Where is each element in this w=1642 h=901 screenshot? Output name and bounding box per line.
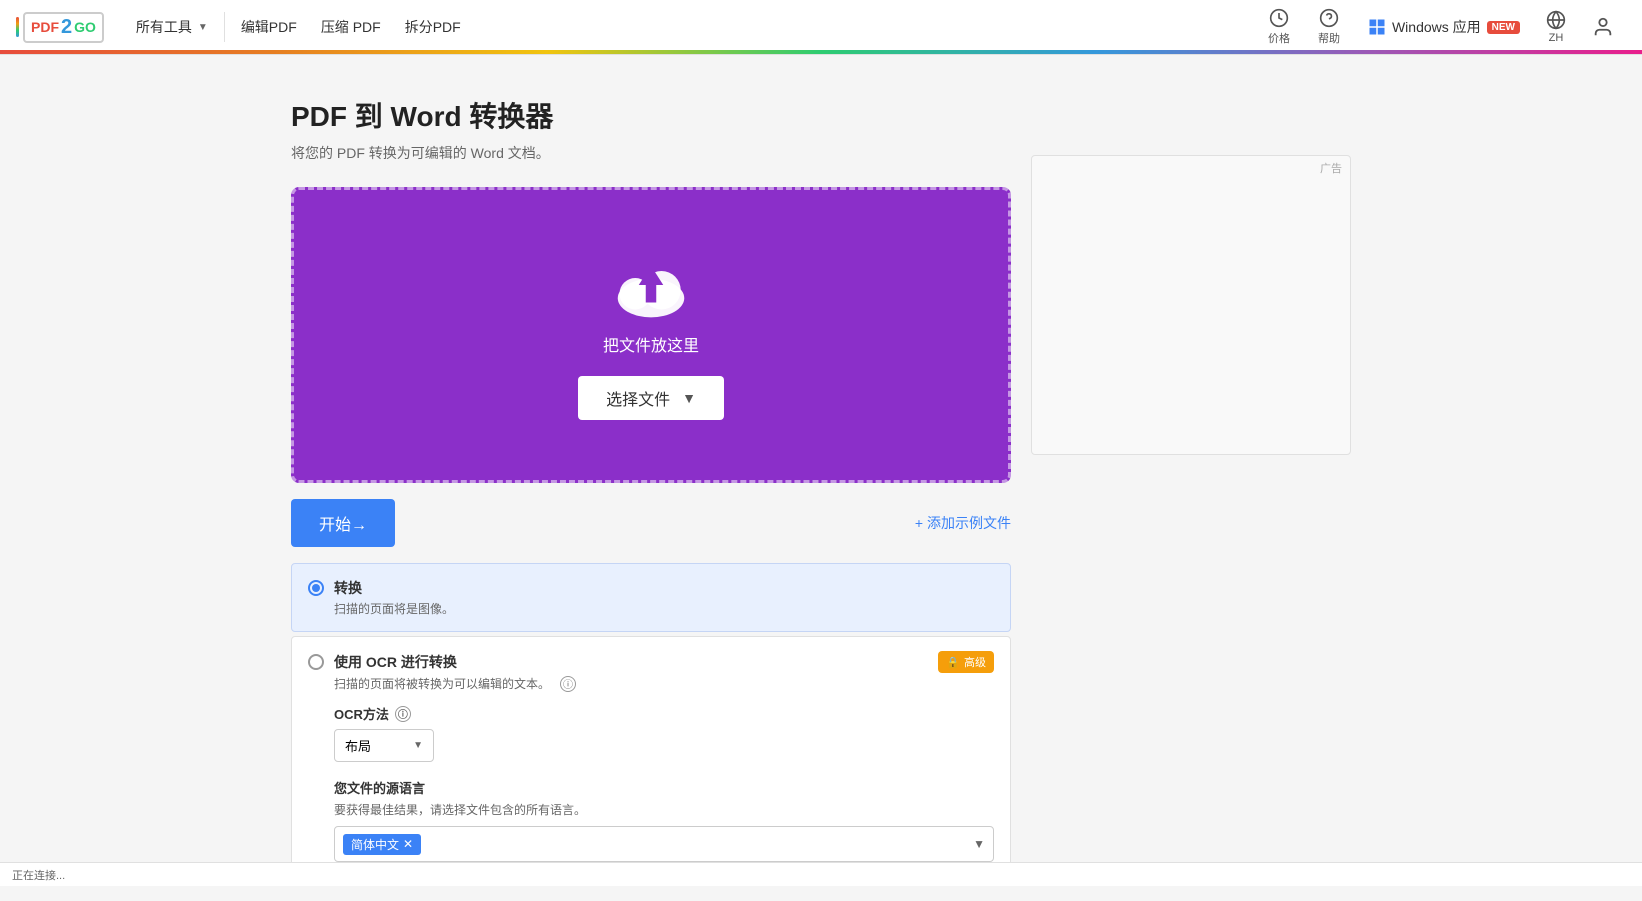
lock-icon: 🔒 xyxy=(946,656,960,669)
account-icon xyxy=(1592,16,1614,38)
header-rainbow xyxy=(0,50,1642,54)
ocr-options: OCR方法 ⓘ 布局 ▼ 您文件的源语言 要获得最佳结果，请选择文件包含的所有语… xyxy=(308,704,994,862)
right-sidebar: 广告 xyxy=(1031,95,1351,881)
chevron-down-icon: ▼ xyxy=(198,22,208,33)
new-badge: New xyxy=(1487,21,1520,34)
choose-file-button[interactable]: 选择文件 ▼ xyxy=(578,376,724,420)
nav-compress-pdf[interactable]: 压缩 PDF xyxy=(309,0,393,55)
windows-app-label: Windows 应用 xyxy=(1392,17,1481,37)
source-lang-label: 您文件的源语言 xyxy=(334,778,994,797)
logo-go: GO xyxy=(74,19,96,35)
ocr-desc-text: 扫描的页面将被转换为可以编辑的文本。 xyxy=(334,677,550,691)
radio-convert[interactable] xyxy=(308,580,324,596)
choose-file-label: 选择文件 xyxy=(606,386,670,410)
lang-label: ZH xyxy=(1549,32,1564,44)
logo-num: 2 xyxy=(61,16,72,39)
option-convert-desc: 扫描的页面将是图像。 xyxy=(334,600,994,617)
nav-windows-app-btn[interactable]: Windows 应用 New xyxy=(1356,0,1532,55)
nav-help-btn[interactable]: 帮助 xyxy=(1306,0,1352,55)
lang-tag-container[interactable]: 简体中文 ✕ ▼ xyxy=(334,826,994,862)
help-icon xyxy=(1319,8,1339,28)
options-section: 转换 扫描的页面将是图像。 使用 OCR 进行转换 🔒 高级 扫描的页面将被转换… xyxy=(291,563,1011,877)
nav-divider-1 xyxy=(224,12,225,42)
price-label: 价格 xyxy=(1268,30,1290,46)
option-ocr[interactable]: 使用 OCR 进行转换 🔒 高级 扫描的页面将被转换为可以编辑的文本。 ⓘ OC… xyxy=(291,636,1011,877)
nav-split-pdf-label: 拆分PDF xyxy=(405,17,461,37)
chevron-down-icon: ▼ xyxy=(682,390,696,406)
ad-placeholder: 广告 xyxy=(1031,155,1351,455)
status-text: 正在连接... xyxy=(12,867,65,883)
status-bar: 正在连接... xyxy=(0,862,1642,886)
nav-edit-pdf[interactable]: 编辑PDF xyxy=(229,0,309,55)
upload-cloud-icon xyxy=(606,250,696,320)
windows-icon xyxy=(1368,18,1386,36)
header: PDF 2 GO 所有工具 ▼ 编辑PDF 压缩 PDF 拆分PDF 价格 xyxy=(0,0,1642,55)
logo-pdf: PDF xyxy=(31,19,59,35)
nav-account-btn[interactable] xyxy=(1580,0,1626,55)
logo[interactable]: PDF 2 GO xyxy=(16,12,104,43)
nav-price-btn[interactable]: 价格 xyxy=(1256,0,1302,55)
start-button[interactable]: 开始→ xyxy=(291,499,395,547)
ocr-method-label: OCR方法 ⓘ xyxy=(334,704,994,723)
nav-compress-pdf-label: 压缩 PDF xyxy=(321,17,381,37)
main-content: PDF 到 Word 转换器 将您的 PDF 转换为可编辑的 Word 文档。 … xyxy=(271,55,1371,901)
premium-label: 高级 xyxy=(964,654,986,670)
ocr-method-label-text: OCR方法 xyxy=(334,704,389,723)
option-ocr-title: 使用 OCR 进行转换 xyxy=(334,652,457,672)
nav-right: 价格 帮助 Windows 应用 New xyxy=(1256,0,1626,55)
left-content: PDF 到 Word 转换器 将您的 PDF 转换为可编辑的 Word 文档。 … xyxy=(291,95,1011,881)
option-convert-header: 转换 xyxy=(308,578,994,598)
option-convert[interactable]: 转换 扫描的页面将是图像。 xyxy=(291,563,1011,632)
nav-lang-btn[interactable]: ZH xyxy=(1536,0,1576,55)
help-label: 帮助 xyxy=(1318,30,1340,46)
ocr-info-icon[interactable]: ⓘ xyxy=(560,676,576,692)
drop-text: 把文件放这里 xyxy=(603,332,699,356)
remove-lang-icon[interactable]: ✕ xyxy=(403,837,413,851)
lang-select-arrow-icon[interactable]: ▼ xyxy=(973,837,985,851)
option-convert-title: 转换 xyxy=(334,578,362,598)
nav-edit-pdf-label: 编辑PDF xyxy=(241,17,297,37)
page-title: PDF 到 Word 转换器 xyxy=(291,95,1011,135)
select-arrow-icon: ▼ xyxy=(413,740,423,751)
globe-icon xyxy=(1546,10,1566,30)
page-subtitle: 将您的 PDF 转换为可编辑的 Word 文档。 xyxy=(291,143,1011,163)
add-sample-link[interactable]: + 添加示例文件 xyxy=(915,513,1011,533)
upload-area[interactable]: 把文件放这里 选择文件 ▼ xyxy=(291,187,1011,483)
action-row: 开始→ + 添加示例文件 xyxy=(291,499,1011,547)
nav-split-pdf[interactable]: 拆分PDF xyxy=(393,0,473,55)
option-ocr-desc: 扫描的页面将被转换为可以编辑的文本。 ⓘ xyxy=(334,675,994,692)
option-ocr-header: 使用 OCR 进行转换 🔒 高级 xyxy=(308,651,994,673)
lang-tag-label: 简体中文 xyxy=(351,836,399,853)
radio-ocr[interactable] xyxy=(308,654,324,670)
source-lang-desc: 要获得最佳结果，请选择文件包含的所有语言。 xyxy=(334,801,994,818)
lang-tag-simplified-chinese: 简体中文 ✕ xyxy=(343,834,421,855)
premium-badge: 🔒 高级 xyxy=(938,651,994,673)
price-icon xyxy=(1269,8,1289,28)
nav-all-tools[interactable]: 所有工具 ▼ xyxy=(124,0,220,55)
ocr-method-info-icon[interactable]: ⓘ xyxy=(395,706,411,722)
ocr-method-select[interactable]: 布局 ▼ xyxy=(334,729,434,762)
ad-label: 广告 xyxy=(1320,160,1342,176)
ocr-method-value: 布局 xyxy=(345,736,371,755)
nav-all-tools-label: 所有工具 xyxy=(136,17,192,37)
